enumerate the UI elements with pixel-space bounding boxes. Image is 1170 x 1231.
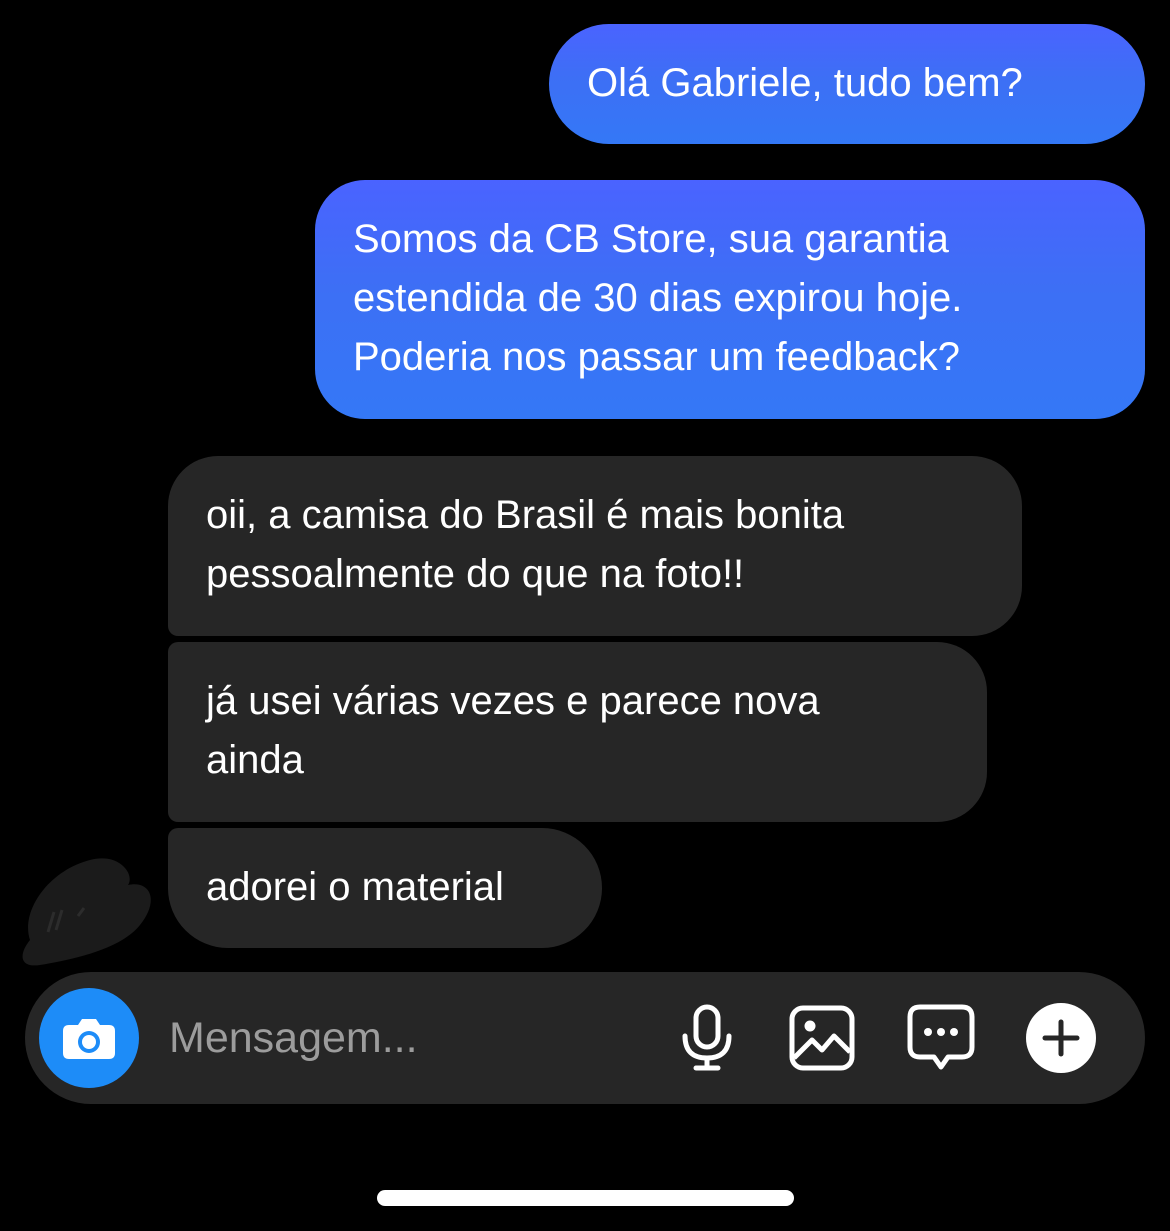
- received-message-bubble[interactable]: já usei várias vezes e parece nova ainda: [168, 642, 987, 822]
- sent-message-bubble[interactable]: Somos da CB Store, sua garantia estendid…: [315, 180, 1145, 419]
- microphone-icon: [682, 1004, 732, 1071]
- camera-button[interactable]: [39, 988, 139, 1088]
- gallery-icon: [789, 1005, 855, 1071]
- add-more-button[interactable]: [1025, 1002, 1097, 1074]
- received-message-bubble[interactable]: adorei o material: [168, 828, 602, 948]
- sticker-button[interactable]: [905, 1002, 977, 1074]
- message-composer: [25, 972, 1145, 1104]
- microphone-button[interactable]: [671, 1002, 743, 1074]
- home-indicator[interactable]: [377, 1190, 794, 1206]
- sticker-icon: [907, 1004, 975, 1070]
- gallery-button[interactable]: [786, 1002, 858, 1074]
- message-input[interactable]: [169, 1008, 629, 1068]
- chat-screen: Olá Gabriele, tudo bem? Somos da CB Stor…: [0, 0, 1170, 1231]
- plus-icon: [1026, 1003, 1096, 1073]
- received-message-bubble[interactable]: oii, a camisa do Brasil é mais bonita pe…: [168, 456, 1022, 636]
- sent-message-bubble[interactable]: Olá Gabriele, tudo bem?: [549, 24, 1145, 144]
- redacted-avatar: [22, 858, 151, 966]
- camera-icon: [63, 1019, 115, 1059]
